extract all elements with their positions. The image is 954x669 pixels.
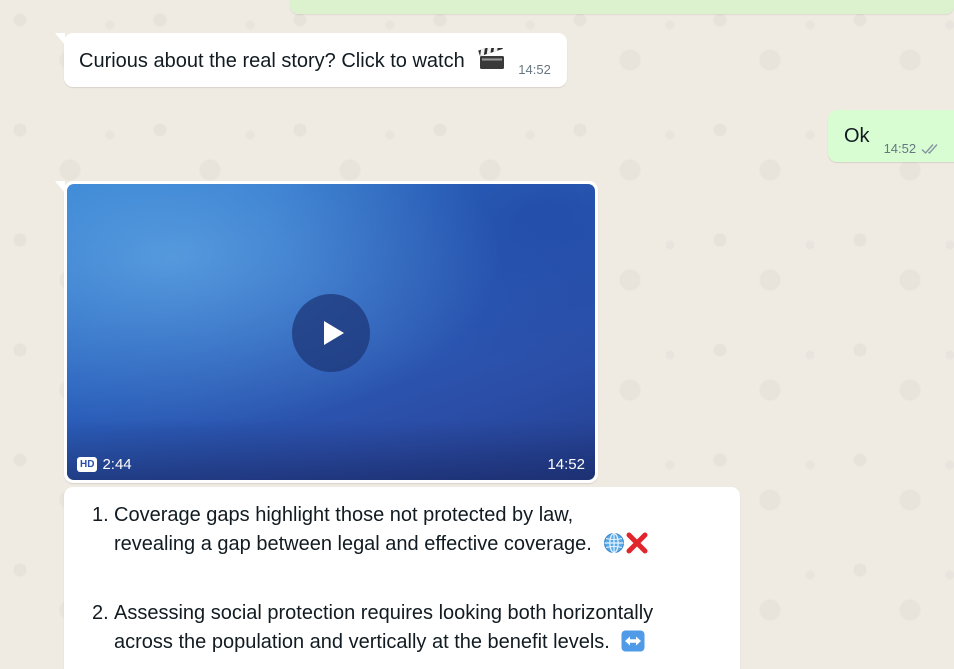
- globe-icon: [603, 532, 625, 554]
- list-item-line: Assessing social protection requires loo…: [114, 602, 654, 624]
- list-item: 1. Coverage gaps highlight those not pro…: [92, 501, 720, 559]
- left-right-arrow-icon: [621, 630, 645, 652]
- double-check-icon: [921, 143, 941, 155]
- list-item: 2. Assessing social protection requires …: [92, 599, 720, 657]
- bubble-tail: [55, 181, 65, 193]
- clapper-board-icon: [478, 42, 506, 70]
- video-info: HD 2:44: [77, 456, 132, 473]
- list-item-text: Coverage gaps highlight those not protec…: [114, 501, 649, 559]
- list-item-line: Coverage gaps highlight those not protec…: [114, 504, 574, 526]
- hd-badge: HD: [77, 457, 98, 472]
- message-timestamp: 14:52: [547, 456, 585, 473]
- chat-background: Curious about the real story? Click to w…: [0, 0, 954, 669]
- list-item-line: across the population and vertically at …: [114, 631, 610, 653]
- previous-outgoing-bubble: [290, 0, 954, 14]
- message-text-content: Curious about the real story? Click to w…: [79, 49, 465, 72]
- play-button[interactable]: [292, 294, 370, 372]
- video-duration: 2:44: [102, 456, 132, 473]
- list-message-bubble[interactable]: 1. Coverage gaps highlight those not pro…: [64, 487, 740, 669]
- outgoing-message-bubble[interactable]: Ok 14:52: [828, 110, 954, 162]
- cross-mark-icon: [625, 531, 649, 555]
- message-timestamp: 14:52: [884, 141, 942, 156]
- message-text: Ok: [844, 124, 870, 147]
- play-icon: [324, 321, 344, 345]
- bubble-tail: [55, 33, 65, 45]
- video-message-bubble[interactable]: HD 2:44 14:52: [55, 181, 598, 483]
- message-timestamp: 14:52: [518, 62, 551, 77]
- list-item-text: Assessing social protection requires loo…: [114, 599, 653, 657]
- message-text: Curious about the real story? Click to w…: [79, 42, 506, 73]
- timestamp-text: 14:52: [883, 141, 917, 156]
- list-item-line: revealing a gap between legal and effect…: [114, 533, 592, 555]
- video-gradient-overlay: [67, 420, 595, 480]
- incoming-message-bubble[interactable]: Curious about the real story? Click to w…: [55, 33, 567, 87]
- list-item-number: 2.: [92, 602, 109, 624]
- numbered-list: 1. Coverage gaps highlight those not pro…: [92, 501, 720, 657]
- list-item-number: 1.: [92, 504, 109, 526]
- video-thumbnail[interactable]: HD 2:44 14:52: [67, 184, 595, 480]
